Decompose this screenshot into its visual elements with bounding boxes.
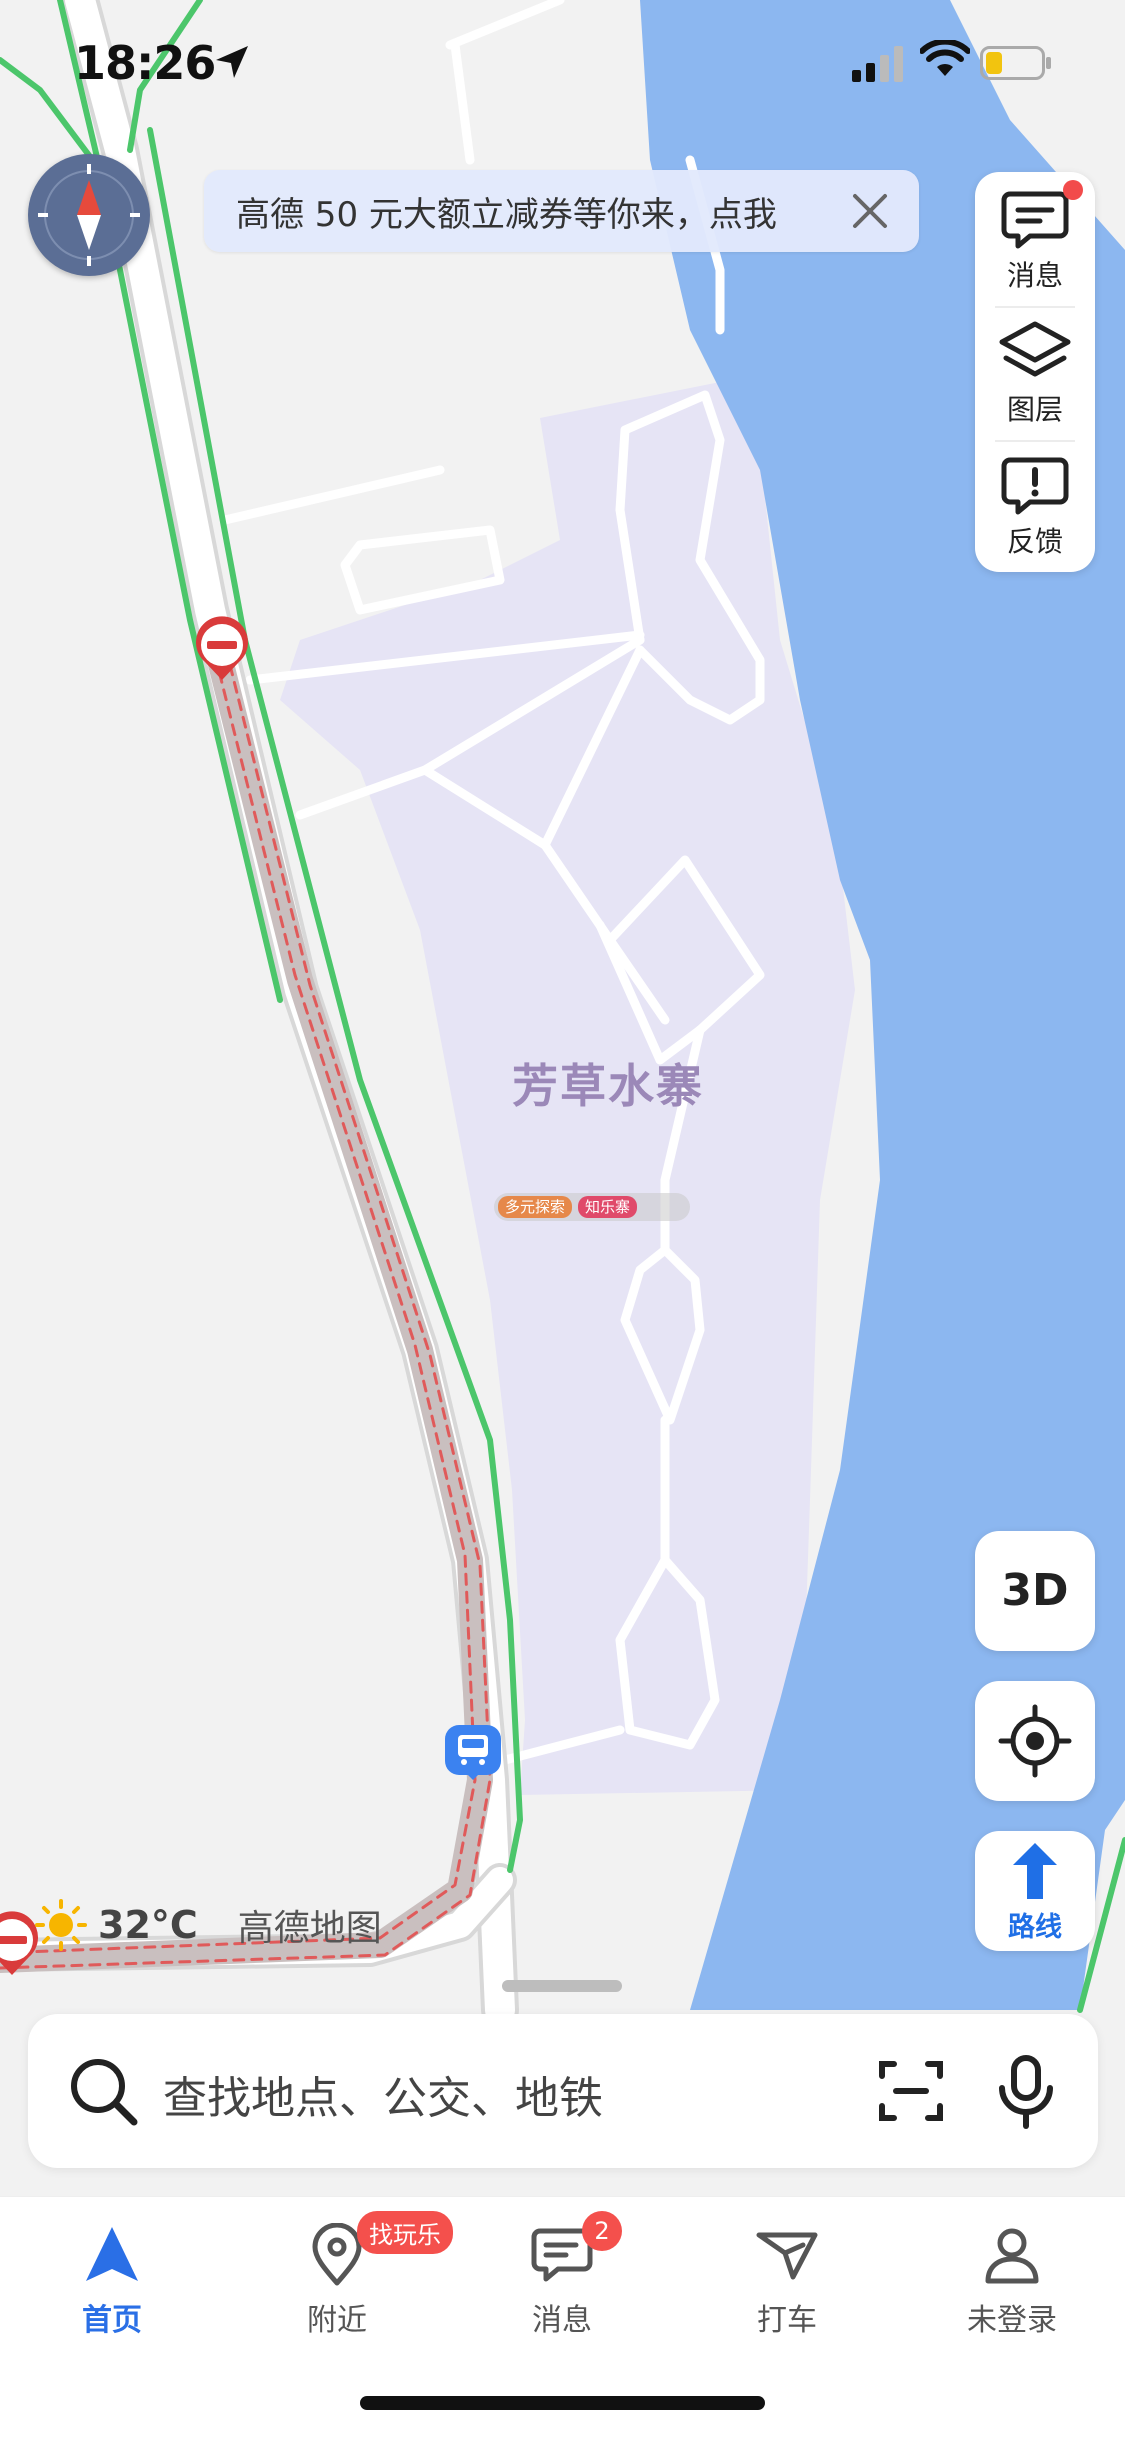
user-icon [985,2228,1039,2284]
tab-home[interactable]: 首页 [32,2223,192,2353]
taxi-icon [756,2232,818,2280]
poi-tag: 多元探索 [498,1196,573,1218]
divider [995,440,1075,442]
location-arrow-icon [216,46,248,78]
status-time: 18:26 [74,36,216,90]
messages-badge: 2 [582,2211,622,2251]
battery-low-icon [980,46,1051,80]
toolbar-feedback-button[interactable]: 反馈 [975,444,1095,574]
crosshair-icon [998,1704,1072,1778]
notification-dot [1063,180,1083,200]
scan-icon[interactable] [876,2056,946,2126]
search-input[interactable]: 查找地点、公交、地铁 [163,2062,603,2126]
poi-tags[interactable]: 多元探索 知乐寨 [494,1193,690,1221]
map-toolbar: 消息 图层 反馈 [975,172,1095,572]
wifi-icon [920,40,970,76]
search-icon [71,2059,138,2126]
promo-text: 高德 50 元大额立减券等你来，点我 [236,194,777,235]
tab-messages[interactable]: 2 消息 [482,2211,642,2353]
navigation-arrow-icon [86,2227,138,2281]
layers-icon [999,321,1071,377]
nearby-badge: 找玩乐 [357,2211,453,2254]
promo-banner[interactable]: 高德 50 元大额立减券等你来，点我 [204,170,919,252]
message-icon [1001,191,1069,249]
3d-toggle-button[interactable]: 3D [975,1531,1095,1651]
divider [995,306,1075,308]
tab-label: 首页 [82,2303,142,2338]
tab-profile[interactable]: 未登录 [932,2223,1092,2353]
temperature: 32°C [98,1903,198,1947]
cellular-signal-icon [852,46,903,82]
feedback-icon [1001,457,1069,515]
drag-handle[interactable] [502,1980,622,1992]
home-indicator[interactable] [360,2396,765,2410]
locate-me-button[interactable] [975,1681,1095,1801]
toolbar-messages-button[interactable]: 消息 [975,178,1095,308]
toolbar-feedback-label: 反馈 [1006,525,1063,558]
toolbar-layers-label: 图层 [1006,393,1063,426]
tab-label: 消息 [532,2303,592,2338]
tab-nearby[interactable]: 找玩乐 附近 [257,2211,453,2353]
weather-widget: 32°C 高德地图 [34,1898,382,1952]
toolbar-messages-label: 消息 [1006,259,1063,292]
microphone-icon[interactable] [996,2054,1056,2130]
search-bar[interactable]: 查找地点、公交、地铁 [28,2014,1098,2168]
toolbar-layers-button[interactable]: 图层 [975,310,1095,440]
tab-label: 附近 [307,2303,367,2338]
sun-icon [35,1899,87,1951]
tab-label: 未登录 [967,2303,1057,2338]
tab-label: 打车 [757,2303,817,2338]
compass-icon [38,164,140,266]
tab-taxi[interactable]: 打车 [707,2223,867,2353]
poi-tag: 知乐寨 [578,1196,638,1218]
map-brand: 高德地图 [237,1908,382,1949]
poi-name-label[interactable]: 芳草水寨 [512,1050,704,1116]
route-button[interactable]: 路线 [975,1831,1095,1951]
close-icon[interactable] [843,184,897,238]
bus-stop-icon [445,1725,501,1780]
compass-button[interactable] [28,154,150,276]
route-label: 路线 [1008,1912,1062,1943]
route-arrow-icon [1013,1843,1057,1899]
